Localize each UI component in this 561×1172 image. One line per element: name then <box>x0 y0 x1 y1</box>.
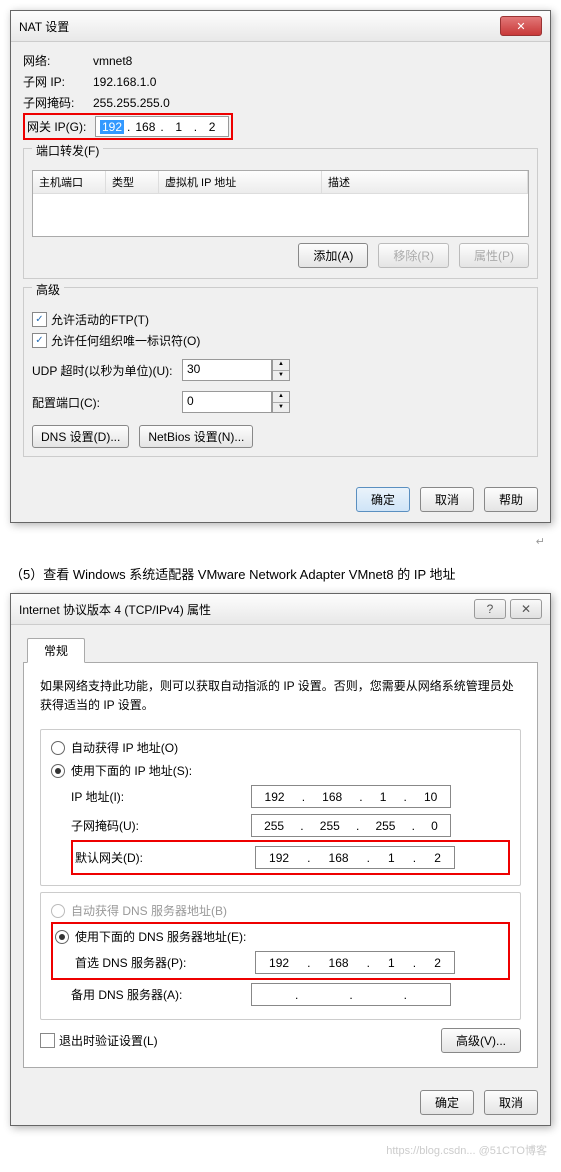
properties-button: 属性(P) <box>459 243 529 268</box>
tab-strip: 常规 <box>23 637 538 663</box>
network-value: vmnet8 <box>93 54 132 68</box>
allow-org-id-label: 允许任何组织唯一标识符(O) <box>51 332 200 349</box>
preferred-dns-label: 首选 DNS 服务器(P): <box>75 954 255 971</box>
ip-segment-c[interactable]: 1 <box>167 120 191 134</box>
ip-segment-d[interactable]: 2 <box>200 120 224 134</box>
default-gateway-label: 默认网关(D): <box>75 849 255 866</box>
subnet-mask-label: 子网掩码(U): <box>71 817 251 834</box>
ok-button[interactable]: 确定 <box>420 1090 474 1115</box>
watermark: https://blog.csdn... @51CTO博客 <box>10 1138 551 1162</box>
dns-settings-group: 自动获得 DNS 服务器地址(B) 使用下面的 DNS 服务器地址(E): 首选… <box>40 892 521 1020</box>
subnet-mask-input[interactable]: 255.255.255.0 <box>251 814 451 837</box>
subnet-mask-value: 255.255.255.0 <box>93 96 170 110</box>
udp-timeout-label: UDP 超时(以秒为单位)(U): <box>32 362 182 379</box>
cancel-button[interactable]: 取消 <box>484 1090 538 1115</box>
col-vm-ip[interactable]: 虚拟机 IP 地址 <box>159 171 322 193</box>
udp-timeout-spinner[interactable]: ▲▼ <box>272 359 290 381</box>
close-button[interactable]: ✕ <box>500 16 542 36</box>
col-type[interactable]: 类型 <box>106 171 159 193</box>
col-desc[interactable]: 描述 <box>322 171 528 193</box>
dialog-title: NAT 设置 <box>19 18 69 35</box>
ok-button[interactable]: 确定 <box>356 487 410 512</box>
use-dns-radio[interactable] <box>55 930 69 944</box>
tab-general[interactable]: 常规 <box>27 638 85 663</box>
auto-ip-label: 自动获得 IP 地址(O) <box>71 739 178 756</box>
auto-dns-label: 自动获得 DNS 服务器地址(B) <box>71 902 227 919</box>
validate-on-exit-checkbox[interactable]: ✓ <box>40 1033 55 1048</box>
add-button[interactable]: 添加(A) <box>298 243 368 268</box>
config-port-spinner[interactable]: ▲▼ <box>272 391 290 413</box>
gateway-highlight: 网关 IP(G): 192 . 168 . 1 . 2 <box>23 113 233 140</box>
titlebar: NAT 设置 ✕ <box>11 11 550 42</box>
preferred-dns-input[interactable]: 192.168.1.2 <box>255 951 455 974</box>
titlebar: Internet 协议版本 4 (TCP/IPv4) 属性 ? ✕ <box>11 594 550 625</box>
ip-dot: . <box>157 120 166 134</box>
alternate-dns-input[interactable]: . . . <box>251 983 451 1006</box>
gateway-ip-input[interactable]: 192 . 168 . 1 . 2 <box>95 116 229 137</box>
allow-org-id-checkbox[interactable]: ✓ <box>32 333 47 348</box>
ip-settings-group: 自动获得 IP 地址(O) 使用下面的 IP 地址(S): IP 地址(I): … <box>40 729 521 886</box>
port-forward-group: 端口转发(F) 主机端口 类型 虚拟机 IP 地址 描述 添加(A) 移除(R)… <box>23 148 538 279</box>
ip-segment-b[interactable]: 168 <box>133 120 157 134</box>
port-forward-table[interactable]: 主机端口 类型 虚拟机 IP 地址 描述 <box>32 170 529 237</box>
udp-timeout-input[interactable]: 30 <box>182 359 272 381</box>
validate-on-exit-label: 退出时验证设置(L) <box>59 1032 158 1049</box>
allow-ftp-label: 允许活动的FTP(T) <box>51 311 149 328</box>
close-button[interactable]: ✕ <box>510 599 542 619</box>
dns-highlight: 使用下面的 DNS 服务器地址(E): 首选 DNS 服务器(P): 192.1… <box>51 922 510 980</box>
gateway-highlight: 默认网关(D): 192.168.1.2 <box>71 840 510 875</box>
subnet-ip-label: 子网 IP: <box>23 73 93 90</box>
port-forward-legend: 端口转发(F) <box>32 142 103 159</box>
remove-button: 移除(R) <box>378 243 449 268</box>
ipv4-properties-dialog: Internet 协议版本 4 (TCP/IPv4) 属性 ? ✕ 常规 如果网… <box>10 593 551 1126</box>
ip-address-label: IP 地址(I): <box>71 788 251 805</box>
dns-settings-button[interactable]: DNS 设置(D)... <box>32 425 129 448</box>
config-port-label: 配置端口(C): <box>32 394 182 411</box>
nat-settings-dialog: NAT 设置 ✕ 网络: vmnet8 子网 IP: 192.168.1.0 子… <box>10 10 551 523</box>
allow-ftp-checkbox[interactable]: ✓ <box>32 312 47 327</box>
return-mark: ↵ <box>10 535 551 552</box>
col-host-port[interactable]: 主机端口 <box>33 171 106 193</box>
advanced-button[interactable]: 高级(V)... <box>441 1028 521 1053</box>
use-ip-label: 使用下面的 IP 地址(S): <box>71 762 192 779</box>
use-ip-radio[interactable] <box>51 764 65 778</box>
ip-dot: . <box>124 120 133 134</box>
netbios-settings-button[interactable]: NetBios 设置(N)... <box>139 425 253 448</box>
step-caption: （5）查看 Windows 系统适配器 VMware Network Adapt… <box>10 564 551 583</box>
dialog-title: Internet 协议版本 4 (TCP/IPv4) 属性 <box>19 601 211 618</box>
config-port-input[interactable]: 0 <box>182 391 272 413</box>
subnet-mask-label: 子网掩码: <box>23 94 93 111</box>
alternate-dns-label: 备用 DNS 服务器(A): <box>71 986 251 1003</box>
gateway-label: 网关 IP(G): <box>27 118 95 135</box>
subnet-ip-value: 192.168.1.0 <box>93 75 156 89</box>
advanced-group: 高级 ✓ 允许活动的FTP(T) ✓ 允许任何组织唯一标识符(O) UDP 超时… <box>23 287 538 457</box>
ip-dot: . <box>191 120 200 134</box>
description-text: 如果网络支持此功能，则可以获取自动指派的 IP 设置。否则，您需要从网络系统管理… <box>40 677 521 715</box>
network-label: 网络: <box>23 52 93 69</box>
help-button[interactable]: 帮助 <box>484 487 538 512</box>
ip-address-input[interactable]: 192.168.1.10 <box>251 785 451 808</box>
auto-dns-radio <box>51 904 65 918</box>
advanced-legend: 高级 <box>32 281 64 298</box>
default-gateway-input[interactable]: 192.168.1.2 <box>255 846 455 869</box>
use-dns-label: 使用下面的 DNS 服务器地址(E): <box>75 928 246 945</box>
ip-segment-a[interactable]: 192 <box>100 120 124 134</box>
auto-ip-radio[interactable] <box>51 741 65 755</box>
help-icon-button[interactable]: ? <box>474 599 506 619</box>
cancel-button[interactable]: 取消 <box>420 487 474 512</box>
